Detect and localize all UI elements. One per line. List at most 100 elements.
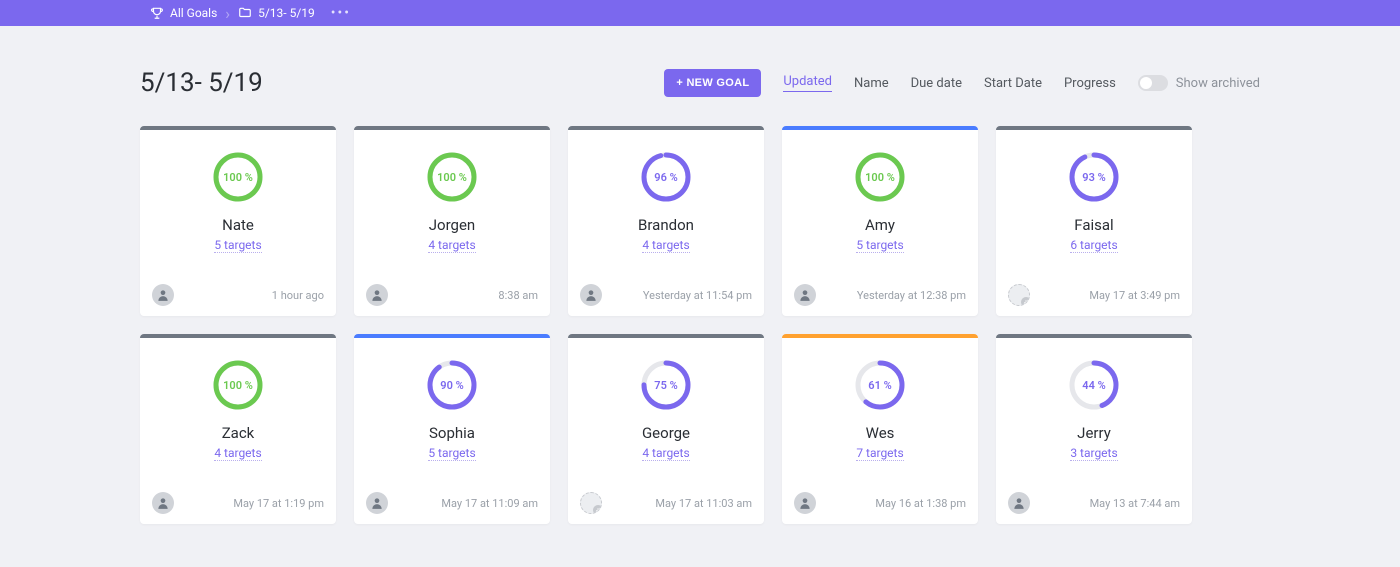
goal-card[interactable]: 93 % Faisal 6 targets May 17 at 3:49 pm [996,126,1192,316]
goal-timestamp: May 17 at 3:49 pm [1089,289,1180,302]
progress-label: 61 % [855,360,905,410]
goal-grid: 100 % Nate 5 targets 1 hour ago 100 % Jorgen 4… [140,126,1260,524]
goal-timestamp: Yesterday at 12:38 pm [857,289,966,302]
breadcrumb-root-label: All Goals [170,6,217,20]
progress-ring: 100 % [213,152,263,202]
goal-card-footer: May 13 at 7:44 am [1008,492,1180,514]
assignee-avatar[interactable] [794,284,816,306]
sort-updated[interactable]: Updated [783,74,832,92]
progress-label: 100 % [427,152,477,202]
goal-card-footer: 8:38 am [366,284,538,306]
goal-card[interactable]: 96 % Brandon 4 targets Yesterday at 11:54 p… [568,126,764,316]
goal-name: Sophia [429,424,475,442]
show-archived-label: Show archived [1176,76,1260,91]
goal-targets-link[interactable]: 4 targets [428,238,475,253]
goal-card[interactable]: 44 % Jerry 3 targets May 13 at 7:44 am [996,334,1192,524]
goal-timestamp: May 16 at 1:38 pm [875,497,966,510]
goal-timestamp: May 17 at 1:19 pm [233,497,324,510]
goal-targets-link[interactable]: 5 targets [428,446,475,461]
goal-targets-link[interactable]: 4 targets [642,238,689,253]
goal-card[interactable]: 100 % Jorgen 4 targets 8:38 am [354,126,550,316]
progress-label: 90 % [427,360,477,410]
goal-card-footer: May 17 at 11:03 am [580,492,752,514]
goal-card[interactable]: 100 % Zack 4 targets May 17 at 1:19 pm [140,334,336,524]
progress-ring: 100 % [427,152,477,202]
breadcrumb-folder[interactable]: 5/13- 5/19 [228,0,325,26]
topbar: All Goals › 5/13- 5/19 ••• [0,0,1400,26]
folder-icon [238,6,252,20]
sort-name[interactable]: Name [854,76,889,91]
toolbar: + NEW GOAL Updated Name Due date Start D… [664,69,1260,97]
assignee-avatar[interactable] [152,284,174,306]
content: 5/13- 5/19 + NEW GOAL Updated Name Due d… [0,26,1400,524]
progress-label: 75 % [641,360,691,410]
assignee-avatar[interactable] [1008,284,1030,306]
breadcrumb-folder-label: 5/13- 5/19 [258,6,315,20]
goal-name: Wes [866,424,895,442]
goal-targets-link[interactable]: 5 targets [856,238,903,253]
goal-timestamp: May 13 at 7:44 am [1090,497,1180,510]
goal-targets-link[interactable]: 3 targets [1070,446,1117,461]
assignee-avatar[interactable] [580,284,602,306]
goal-timestamp: 8:38 am [498,289,538,302]
progress-label: 100 % [855,152,905,202]
show-archived-toggle-wrap: Show archived [1138,75,1260,91]
goal-card-footer: May 17 at 11:09 am [366,492,538,514]
goal-card-footer: May 16 at 1:38 pm [794,492,966,514]
progress-label: 96 % [641,152,691,202]
show-archived-toggle[interactable] [1138,75,1168,91]
progress-ring: 90 % [427,360,477,410]
goal-card[interactable]: 100 %Amy5 targetsYesterday at 12:38 pm [782,126,978,316]
goal-name: Jorgen [429,216,475,234]
goal-targets-link[interactable]: 6 targets [1070,238,1117,253]
goal-card[interactable]: 75 % George 4 targets May 17 at 11:03 am [568,334,764,524]
goal-targets-link[interactable]: 5 targets [214,238,261,253]
progress-ring: 75 % [641,360,691,410]
goal-card-footer: May 17 at 3:49 pm [1008,284,1180,306]
goal-name: Faisal [1074,216,1113,234]
progress-ring: 61 % [855,360,905,410]
sort-progress[interactable]: Progress [1064,76,1116,91]
goal-targets-link[interactable]: 4 targets [642,446,689,461]
progress-ring: 100 % [213,360,263,410]
goal-card-footer: Yesterday at 12:38 pm [794,284,966,306]
goal-timestamp: 1 hour ago [272,289,324,302]
assignee-avatar[interactable] [152,492,174,514]
goal-card[interactable]: 100 % Nate 5 targets 1 hour ago [140,126,336,316]
header-row: 5/13- 5/19 + NEW GOAL Updated Name Due d… [140,68,1260,98]
goal-card-footer: Yesterday at 11:54 pm [580,284,752,306]
goal-name: George [642,424,690,442]
sort-start-date[interactable]: Start Date [984,76,1042,91]
progress-label: 100 % [213,152,263,202]
progress-ring: 100 % [855,152,905,202]
goal-targets-link[interactable]: 7 targets [856,446,903,461]
new-goal-button[interactable]: + NEW GOAL [664,69,761,97]
breadcrumb-more-icon[interactable]: ••• [325,5,357,21]
goal-name: Brandon [638,216,694,234]
progress-label: 93 % [1069,152,1119,202]
trophy-icon [150,6,164,20]
goal-timestamp: May 17 at 11:03 am [655,497,752,510]
progress-ring: 44 % [1069,360,1119,410]
assignee-avatar[interactable] [1008,492,1030,514]
assignee-avatar[interactable] [366,284,388,306]
goal-targets-link[interactable]: 4 targets [214,446,261,461]
goal-card[interactable]: 61 % Wes 7 targets May 16 at 1:38 pm [782,334,978,524]
goal-card[interactable]: 90 % Sophia 5 targets May 17 at 11:09 am [354,334,550,524]
breadcrumb-root[interactable]: All Goals [140,0,227,26]
progress-label: 44 % [1069,360,1119,410]
assignee-avatar[interactable] [794,492,816,514]
goal-timestamp: Yesterday at 11:54 pm [643,289,752,302]
assignee-avatar[interactable] [580,492,602,514]
goal-name: Nate [222,216,254,234]
progress-label: 100 % [213,360,263,410]
page-title: 5/13- 5/19 [140,68,263,98]
goal-card-footer: 1 hour ago [152,284,324,306]
goal-timestamp: May 17 at 11:09 am [441,497,538,510]
assignee-avatar[interactable] [366,492,388,514]
sort-due-date[interactable]: Due date [911,76,962,91]
goal-name: Jerry [1077,424,1111,442]
progress-ring: 96 % [641,152,691,202]
goal-name: Zack [222,424,255,442]
progress-ring: 93 % [1069,152,1119,202]
